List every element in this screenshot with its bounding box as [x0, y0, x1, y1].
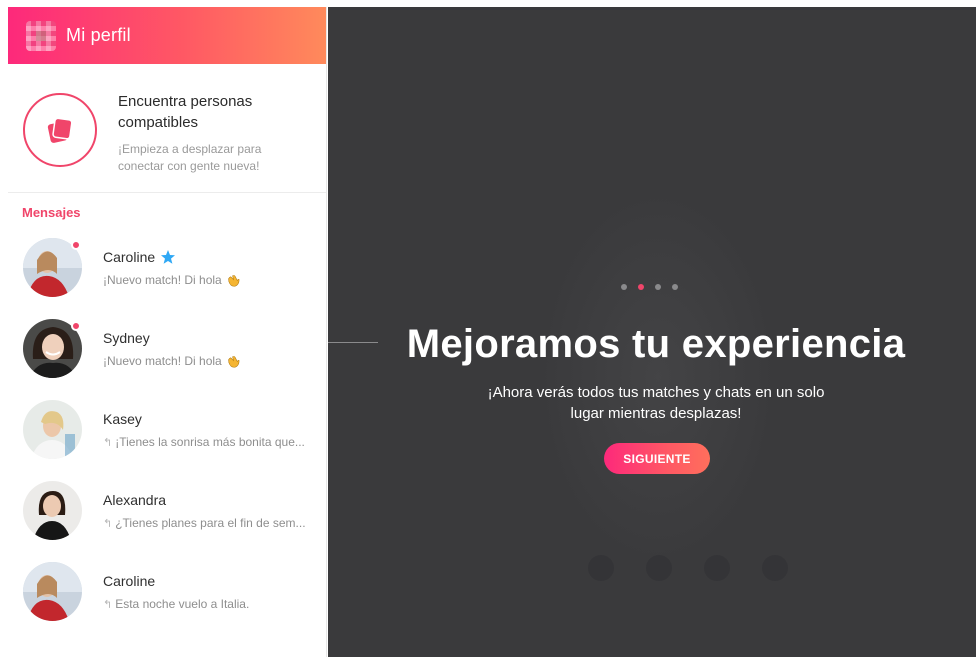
- pager-dots: [621, 284, 678, 290]
- message-list: Caroline ¡Nuevo match! Di hola Sydney ¡N…: [8, 227, 326, 632]
- contact-name: Caroline: [103, 572, 317, 590]
- message-preview-text: ¿Tienes planes para el fin de sem...: [115, 516, 306, 530]
- message-body: Caroline ↰ Esta noche vuelo a Italia.: [103, 572, 317, 611]
- onboarding-overlay: Mejoramos tu experiencia ¡Ahora verás to…: [328, 7, 976, 657]
- discover-text: Encuentra personas compatibles ¡Empieza …: [118, 91, 288, 175]
- avatar: [23, 562, 82, 621]
- background-card-shadow: [538, 187, 778, 567]
- message-preview-text: ¡Nuevo match! Di hola: [103, 273, 222, 287]
- message-item-caroline-2[interactable]: Caroline ↰ Esta noche vuelo a Italia.: [8, 551, 326, 632]
- message-body: Sydney ¡Nuevo match! Di hola: [103, 329, 317, 369]
- contact-name: Alexandra: [103, 491, 317, 509]
- avatar: [23, 319, 82, 378]
- message-body: Caroline ¡Nuevo match! Di hola: [103, 248, 317, 288]
- cards-stack-icon: [23, 93, 97, 167]
- next-button[interactable]: SIGUIENTE: [604, 443, 710, 474]
- onboarding-subtitle: ¡Ahora verás todos tus matches y chats e…: [487, 384, 825, 422]
- message-preview: ¡Nuevo match! Di hola: [103, 354, 317, 369]
- message-preview: ↰ ¡Tienes la sonrisa más bonita que...: [103, 435, 317, 449]
- sidebar: Mi perfil Encuentra personas compatibles…: [8, 7, 327, 657]
- profile-title[interactable]: Mi perfil: [66, 25, 131, 46]
- message-preview: ↰ ¿Tienes planes para el fin de sem...: [103, 516, 317, 530]
- pager-dot[interactable]: [655, 284, 661, 290]
- message-preview-text: ¡Tienes la sonrisa más bonita que...: [115, 435, 305, 449]
- pager-dot[interactable]: [672, 284, 678, 290]
- reply-arrow-icon: ↰: [103, 598, 113, 611]
- star-badge-icon: [161, 249, 176, 264]
- pager-dot[interactable]: [621, 284, 627, 290]
- online-indicator: [71, 321, 81, 331]
- waving-hand-icon: [228, 274, 240, 287]
- contact-name-text: Kasey: [103, 411, 142, 427]
- discover-title: Encuentra personas compatibles: [118, 93, 253, 131]
- contact-name-text: Caroline: [103, 248, 156, 265]
- background-action-buttons: [588, 555, 788, 581]
- message-item-sydney[interactable]: Sydney ¡Nuevo match! Di hola: [8, 308, 326, 389]
- contact-name-text: Sydney: [103, 329, 150, 346]
- contact-name-text: Caroline: [103, 573, 156, 589]
- message-preview: ↰ Esta noche vuelo a Italia.: [103, 597, 317, 611]
- message-body: Kasey ↰ ¡Tienes la sonrisa más bonita qu…: [103, 410, 317, 449]
- contact-name: Caroline: [103, 248, 317, 266]
- reply-arrow-icon: ↰: [103, 517, 113, 530]
- background-circle: [762, 555, 788, 581]
- messages-section-label: Mensajes: [22, 205, 81, 220]
- onboarding-title: Mejoramos tu experiencia: [406, 322, 906, 366]
- message-item-alexandra[interactable]: Alexandra ↰ ¿Tienes planes para el fin d…: [8, 470, 326, 551]
- waving-hand-icon: [228, 355, 240, 368]
- discover-subtitle: ¡Empieza a desplazar para conectar con g…: [118, 142, 262, 173]
- avatar: [23, 238, 82, 297]
- online-indicator: [71, 240, 81, 250]
- background-circle: [704, 555, 730, 581]
- profile-avatar[interactable]: [26, 20, 56, 51]
- avatar: [23, 400, 82, 459]
- pager-dot-active[interactable]: [638, 284, 644, 290]
- contact-name: Kasey: [103, 410, 317, 428]
- background-circle: [588, 555, 614, 581]
- message-preview-text: Esta noche vuelo a Italia.: [115, 597, 250, 611]
- message-preview: ¡Nuevo match! Di hola: [103, 273, 317, 288]
- profile-header[interactable]: Mi perfil: [8, 7, 326, 64]
- background-circle: [646, 555, 672, 581]
- contact-name: Sydney: [103, 329, 317, 347]
- message-body: Alexandra ↰ ¿Tienes planes para el fin d…: [103, 491, 317, 530]
- message-item-caroline[interactable]: Caroline ¡Nuevo match! Di hola: [8, 227, 326, 308]
- reply-arrow-icon: ↰: [103, 436, 113, 449]
- avatar: [23, 481, 82, 540]
- message-preview-text: ¡Nuevo match! Di hola: [103, 354, 222, 368]
- message-item-kasey[interactable]: Kasey ↰ ¡Tienes la sonrisa más bonita qu…: [8, 389, 326, 470]
- contact-name-text: Alexandra: [103, 492, 167, 508]
- discover-card[interactable]: Encuentra personas compatibles ¡Empieza …: [8, 64, 326, 193]
